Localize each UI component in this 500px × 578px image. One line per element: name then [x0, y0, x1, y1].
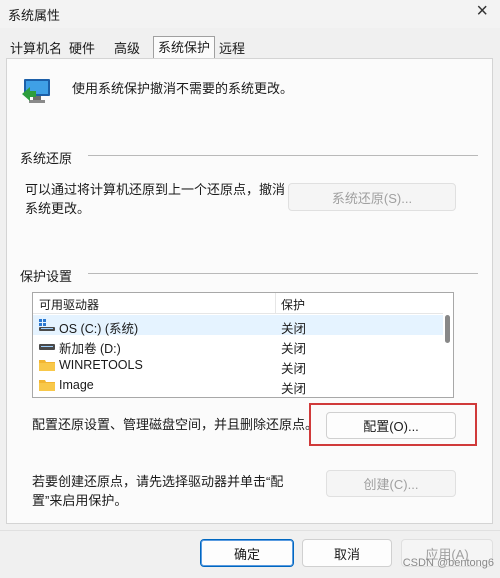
divider — [88, 273, 478, 274]
window-title: 系统属性 — [8, 8, 61, 23]
close-icon[interactable]: × — [476, 1, 488, 21]
drive-list[interactable]: 可用驱动器 保护 OS (C:) (系统) 关闭 新加卷 (D:) 关闭 WIN… — [32, 292, 454, 398]
column-header-protection[interactable]: 保护 — [281, 296, 305, 313]
watermark: CSDN @bentong6 — [402, 557, 494, 569]
drive-status: 关闭 — [281, 382, 307, 396]
footer-divider — [0, 530, 500, 531]
tab-remote[interactable]: 远程 — [219, 40, 245, 58]
restore-description: 可以通过将计算机还原到上一个还原点，撤消系统更改。 — [25, 182, 286, 216]
system-restore-heading: 系统还原 — [20, 151, 73, 166]
drive-icon — [39, 339, 55, 354]
folder-icon — [39, 359, 55, 374]
drive-row-d[interactable]: 新加卷 (D:) 关闭 — [33, 335, 443, 356]
scrollbar-thumb[interactable] — [445, 315, 450, 343]
create-description: 若要创建还原点，请先选择驱动器并单击“配置”来启用保护。 — [32, 474, 284, 508]
drive-name: WINRETOOLS — [59, 358, 143, 372]
drive-name: Image — [59, 378, 94, 392]
highlight-box — [309, 403, 477, 446]
system-protection-icon — [20, 76, 54, 106]
title-bar — [0, 0, 500, 28]
tab-system-protection[interactable]: 系统保护 — [153, 36, 216, 59]
drive-row-winretools[interactable]: WINRETOOLS 关闭 — [33, 355, 443, 376]
configure-description: 配置还原设置、管理磁盘空间，并且删除还原点。 — [32, 417, 319, 432]
tab-panel — [6, 58, 493, 524]
folder-icon — [39, 379, 55, 394]
ok-button[interactable]: 确定 — [200, 539, 294, 567]
tab-advanced[interactable]: 高级 — [114, 40, 140, 58]
tab-hardware[interactable]: 硬件 — [69, 40, 95, 58]
tab-computer-name[interactable]: 计算机名 — [10, 40, 62, 58]
cancel-button[interactable]: 取消 — [302, 539, 392, 567]
divider — [88, 155, 478, 156]
drive-row-c[interactable]: OS (C:) (系统) 关闭 — [33, 315, 443, 336]
system-restore-button[interactable]: 系统还原(S)... — [288, 183, 456, 211]
column-separator — [275, 293, 276, 313]
drive-row-image[interactable]: Image 关闭 — [33, 375, 443, 396]
list-header: 可用驱动器 保护 — [33, 293, 443, 314]
intro-text: 使用系统保护撤消不需要的系统更改。 — [72, 81, 294, 96]
system-drive-icon — [39, 319, 55, 334]
protection-settings-heading: 保护设置 — [20, 269, 73, 284]
create-button[interactable]: 创建(C)... — [326, 470, 456, 497]
column-header-drives[interactable]: 可用驱动器 — [39, 296, 99, 313]
